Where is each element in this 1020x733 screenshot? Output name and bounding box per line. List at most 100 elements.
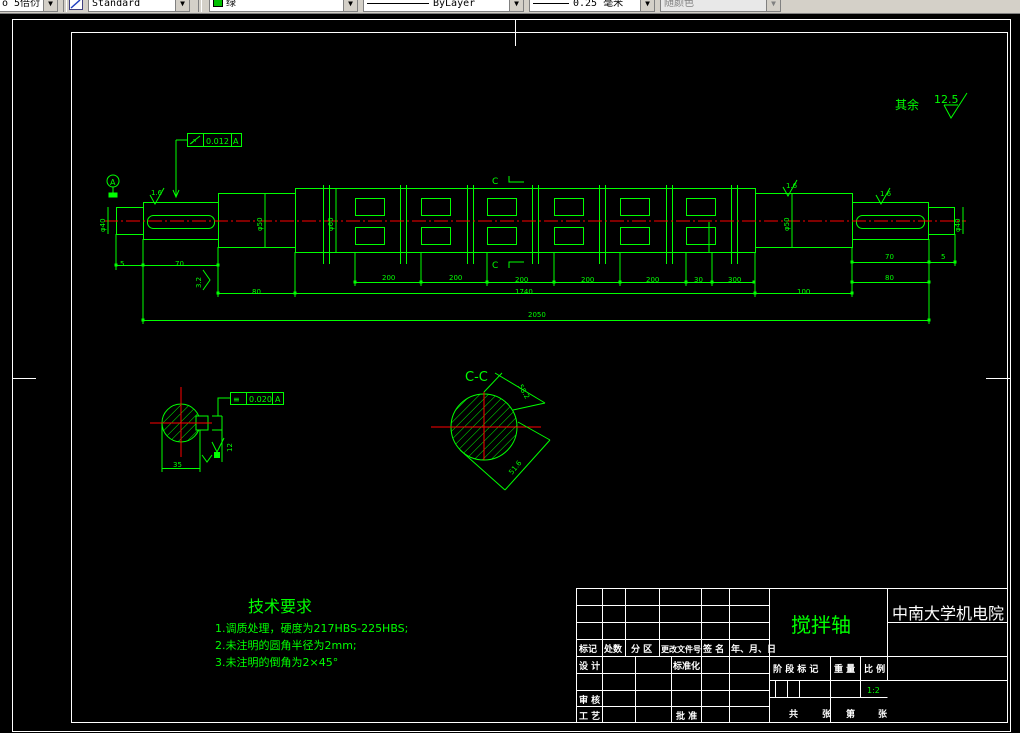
plotstyle-value: 随颜色 <box>664 0 694 9</box>
mount-slot <box>421 227 451 245</box>
dim-value: 100 <box>797 288 810 296</box>
dim-value: 200 <box>581 276 594 284</box>
diameter-label: φ50 <box>783 217 791 231</box>
diameter-label: φ60 <box>327 217 335 231</box>
title-block-label: 共 <box>789 708 798 720</box>
section-cc-view <box>431 372 551 491</box>
chevron-down-icon[interactable]: ▼ <box>509 0 523 11</box>
section-c-top-label: C <box>492 177 498 187</box>
dimension-tick <box>293 291 297 295</box>
section-dim: 35 <box>173 461 182 469</box>
dim-value: 5 <box>120 260 124 268</box>
runout-datum: A <box>233 137 239 146</box>
dim-value: 200 <box>449 274 462 282</box>
dimension-tick <box>927 318 931 322</box>
mount-slot <box>620 198 650 216</box>
dim-value: 5 <box>941 253 945 261</box>
dimension-tick <box>752 280 756 284</box>
dimension-lines <box>107 188 964 324</box>
title-block-label: 标记 <box>578 643 597 655</box>
title-block-label: 审 核 <box>579 694 600 706</box>
dim-value: 80 <box>252 288 261 296</box>
title-block-label: 工 艺 <box>579 710 600 722</box>
title-block-label: 签 名 <box>702 643 724 655</box>
symmetry-value: 0.020 <box>249 395 272 404</box>
dimension-tick <box>710 280 714 284</box>
mount-slot <box>355 227 385 245</box>
chevron-down-icon[interactable]: ▼ <box>175 0 189 11</box>
dim-value: 200 <box>515 276 528 284</box>
title-block-label: 重 量 <box>834 663 855 675</box>
dimension-tick <box>216 291 220 295</box>
mount-slot <box>487 198 517 216</box>
dimension-tick <box>753 291 757 295</box>
dimension-tick <box>927 260 931 264</box>
roughness-symbols <box>149 179 891 291</box>
dimension-tick <box>953 260 957 264</box>
title-block-label: 比 例 <box>864 663 885 675</box>
dimension-tick <box>485 280 489 284</box>
dim-value: 70 <box>885 253 894 261</box>
runout-value: 0.012 <box>206 137 229 146</box>
tech-req-item: 1.调质处理，硬度为217HBS-225HBS; <box>215 621 408 635</box>
dimension-tick <box>216 263 220 267</box>
section-cut-marks <box>508 176 524 268</box>
dim-value: 80 <box>885 274 894 282</box>
chevron-down-icon[interactable]: ▼ <box>43 0 57 11</box>
mount-slot <box>686 227 716 245</box>
chevron-down-icon[interactable]: ▼ <box>766 0 780 11</box>
lineweight-dropdown[interactable]: 0.25 毫米 ▼ <box>529 0 655 12</box>
roughness-value: 1.6 <box>786 182 798 190</box>
roughness-value: 3.2 <box>195 277 203 288</box>
layer-color-value: 绿 <box>226 0 236 9</box>
mount-slot <box>686 198 716 216</box>
drawing-canvas[interactable]: 其余 12.5 ↗ 0.012 A A C C C-C 1.6 1.6 1.6 … <box>0 14 1020 733</box>
symmetry-datum: A <box>275 395 281 404</box>
general-roughness-value: 12.5 <box>934 93 959 106</box>
centering-marks <box>12 20 1010 379</box>
title-block-label: 设 计 <box>579 660 600 672</box>
text-style-dropdown[interactable]: o 5倍衍 ▼ <box>0 0 58 12</box>
layer-color-dropdown[interactable]: 绿 ▼ <box>209 0 358 12</box>
dim-value: 70 <box>175 260 184 268</box>
title-block-label: 处数 <box>603 643 623 655</box>
title-block-label: 更改文件号 <box>661 644 701 654</box>
dimension-tick <box>114 263 118 267</box>
mount-slot <box>355 198 385 216</box>
runout-symbol: ↗ <box>190 137 197 146</box>
technical-requirements: 技术要求 1.调质处理，硬度为217HBS-225HBS; 2.未注明的圆角半径… <box>215 597 408 669</box>
dim-value: 300 <box>728 276 741 284</box>
dimension-tick <box>141 263 145 267</box>
dimension-tick <box>684 280 688 284</box>
linetype-dropdown[interactable]: ByLayer ▼ <box>363 0 524 12</box>
plotstyle-dropdown[interactable]: 随颜色 ▼ <box>660 0 781 12</box>
color-swatch-icon <box>213 0 223 7</box>
roughness-value: 1.6 <box>880 190 892 198</box>
dimension-tick <box>850 291 854 295</box>
dim-value: 30 <box>694 276 703 284</box>
dimension-style-icon[interactable] <box>69 0 83 10</box>
title-block-label: 标准化 <box>672 660 700 672</box>
title-block-label: 张 <box>878 708 888 720</box>
dim-value: 1740 <box>515 288 533 296</box>
dimension-tick <box>850 260 854 264</box>
dimension-tick <box>618 280 622 284</box>
mount-slot <box>487 227 517 245</box>
toolbar-separator <box>63 0 67 12</box>
linetype-preview-icon <box>367 2 429 4</box>
title-block: 搅拌轴 中南大学机电院 标记 处数 分 区 更改文件号 签 名 年、月、日 设 … <box>578 604 1004 722</box>
chevron-down-icon[interactable]: ▼ <box>343 0 357 11</box>
dim-value: 2050 <box>528 311 546 319</box>
scale-value: 1:2 <box>867 686 880 695</box>
mount-slot <box>554 198 584 216</box>
organization-name: 中南大学机电院 <box>892 604 1004 623</box>
chevron-down-icon[interactable]: ▼ <box>640 0 654 11</box>
title-block-label: 年、月、日 <box>731 643 776 655</box>
title-block-label: 阶 段 标 记 <box>773 663 818 675</box>
section-cc-title: C-C <box>465 370 488 385</box>
title-block-label: 张 <box>822 708 832 720</box>
mount-slot <box>421 198 451 216</box>
dim-value: 200 <box>646 276 659 284</box>
dim-style-dropdown[interactable]: Standard ▼ <box>88 0 190 12</box>
title-block-label: 分 区 <box>631 643 652 655</box>
